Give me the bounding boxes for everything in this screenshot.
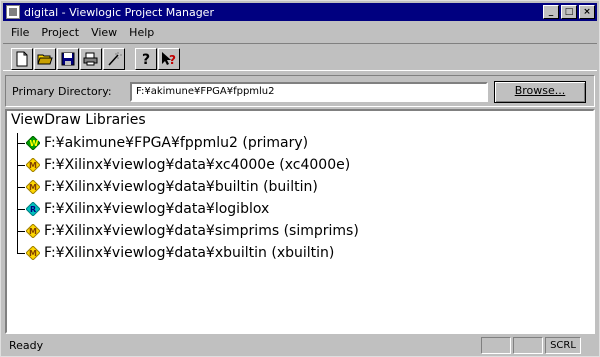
app-icon[interactable] — [6, 5, 20, 19]
new-file-icon — [16, 51, 28, 67]
browse-button[interactable]: Browse... — [494, 81, 586, 103]
primary-directory-field[interactable]: F:¥akimune¥FPGA¥fppmlu2 — [130, 82, 488, 102]
library-label: F:¥Xilinx¥viewlog¥data¥xc4000e (xc4000e) — [44, 157, 351, 173]
open-button[interactable] — [34, 48, 56, 70]
library-icon: M — [26, 246, 40, 260]
library-icon: M — [26, 224, 40, 238]
library-label: F:¥Xilinx¥viewlog¥data¥logiblox — [44, 201, 270, 217]
library-icon: M — [26, 180, 40, 194]
menu-file[interactable]: File — [3, 26, 35, 39]
svg-text:?: ? — [169, 53, 176, 67]
status-panel-1 — [481, 337, 511, 354]
context-help-button[interactable]: ? — [158, 48, 180, 70]
save-button[interactable] — [57, 48, 79, 70]
svg-text:W: W — [30, 139, 39, 148]
libraries-heading: ViewDraw Libraries — [11, 112, 146, 128]
primary-library-icon: W — [26, 136, 40, 150]
toolbar: ? ? — [3, 43, 597, 71]
new-button[interactable] — [11, 48, 33, 70]
wand-button[interactable] — [103, 48, 125, 70]
maximize-button[interactable]: □ — [561, 5, 577, 19]
print-icon — [83, 52, 98, 66]
close-button[interactable]: × — [579, 5, 595, 19]
help-icon: ? — [142, 52, 150, 67]
library-label: F:¥Xilinx¥viewlog¥data¥simprims (simprim… — [44, 223, 359, 239]
menu-view[interactable]: View — [85, 26, 123, 39]
wand-icon — [108, 52, 122, 66]
window-title: digital - Viewlogic Project Manager — [24, 5, 214, 19]
minimize-button[interactable]: _ — [543, 5, 559, 19]
svg-text:?: ? — [142, 52, 150, 67]
menu-help[interactable]: Help — [123, 26, 160, 39]
library-label: F:¥Xilinx¥viewlog¥data¥xbuiltin (xbuilti… — [44, 245, 335, 261]
primary-directory-label: Primary Directory: — [12, 85, 112, 98]
library-label: F:¥Xilinx¥viewlog¥data¥builtin (builtin) — [44, 179, 318, 195]
browse-label: Browse... — [514, 84, 566, 97]
open-folder-icon — [37, 54, 53, 65]
menu-project[interactable]: Project — [35, 26, 85, 39]
local-library-icon: R — [26, 202, 40, 216]
library-item-xbuiltin[interactable]: M F:¥Xilinx¥viewlog¥data¥xbuiltin (xbuil… — [17, 242, 334, 264]
menu-bar: File Project View Help — [3, 23, 160, 41]
library-item-simprims[interactable]: M F:¥Xilinx¥viewlog¥data¥simprims (simpr… — [17, 220, 359, 242]
scroll-lock-indicator: SCRL — [545, 337, 581, 354]
svg-text:R: R — [30, 205, 36, 214]
library-item-primary[interactable]: W F:¥akimune¥FPGA¥fppmlu2 (primary) — [17, 132, 308, 154]
svg-text:M: M — [29, 227, 37, 236]
svg-text:M: M — [29, 161, 37, 170]
status-text: Ready — [9, 339, 44, 352]
library-list[interactable]: ViewDraw Libraries W F:¥akimune¥FPGA¥fpp… — [5, 109, 595, 334]
library-icon: M — [26, 158, 40, 172]
library-item-builtin[interactable]: M F:¥Xilinx¥viewlog¥data¥builtin (builti… — [17, 176, 318, 198]
status-bar: Ready SCRL — [3, 337, 597, 355]
title-bar[interactable]: digital - Viewlogic Project Manager _ □ … — [3, 3, 597, 21]
library-item-xc4000e[interactable]: M F:¥Xilinx¥viewlog¥data¥xc4000e (xc4000… — [17, 154, 350, 176]
library-label: F:¥akimune¥FPGA¥fppmlu2 (primary) — [44, 135, 309, 151]
context-help-icon: ? — [162, 52, 176, 67]
library-item-logiblox[interactable]: R F:¥Xilinx¥viewlog¥data¥logiblox — [17, 198, 269, 220]
svg-text:M: M — [29, 249, 37, 258]
svg-text:M: M — [29, 183, 37, 192]
primary-directory-panel: Primary Directory: F:¥akimune¥FPGA¥fppml… — [5, 75, 595, 107]
app-window: digital - Viewlogic Project Manager _ □ … — [0, 0, 600, 357]
save-icon — [61, 52, 75, 66]
print-button[interactable] — [80, 48, 102, 70]
status-panel-2 — [513, 337, 543, 354]
help-button[interactable]: ? — [135, 48, 157, 70]
